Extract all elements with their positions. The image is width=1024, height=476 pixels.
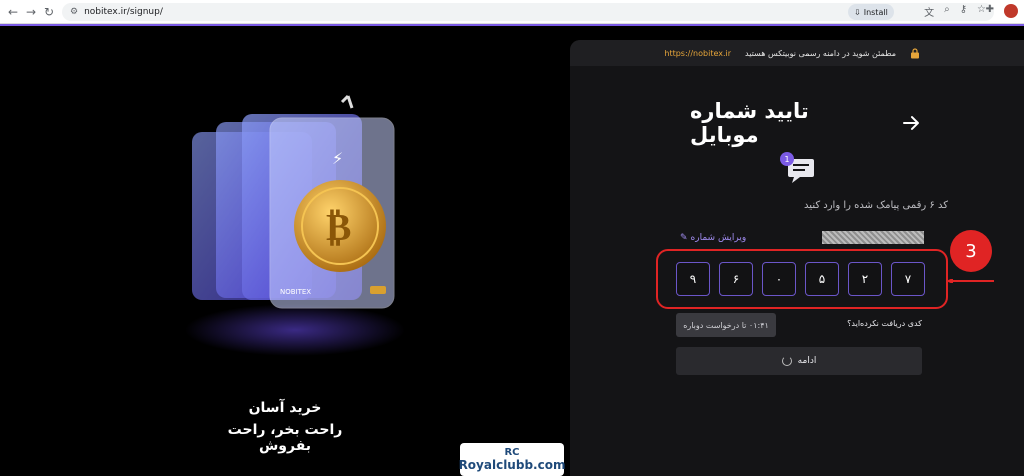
reload-icon[interactable]: ↻ [40,3,58,21]
extensions-icon[interactable]: ✚ [986,4,994,18]
crypto-cards-illustration: ⚡ ₿ NOBITEX [185,94,405,356]
loading-spinner-icon [781,356,792,366]
site-info-icon[interactable]: ⚙ [70,7,78,17]
otp-digit-3[interactable]: ۵ [805,262,839,296]
install-label: Install [863,7,888,17]
svg-text:⚡: ⚡ [332,149,343,168]
otp-digit-2[interactable]: ۲ [848,262,882,296]
install-button[interactable]: ⇩ Install [848,4,894,20]
svg-text:NOBITEX: NOBITEX [280,288,311,296]
edit-number-link[interactable]: ویرایش شماره ✎ [680,233,746,243]
continue-label: ادامه [797,356,817,366]
secure-domain-url[interactable]: https://nobitex.ir [664,49,731,58]
message-count-badge: 1 [780,152,794,166]
forward-icon[interactable]: → [22,3,40,21]
otp-digit-4[interactable]: ۰ [762,262,796,296]
install-icon: ⇩ [854,7,861,17]
annotation-arrow-icon [946,279,994,283]
masked-phone-number [822,231,924,244]
translate-icon[interactable]: 文 [924,4,934,19]
pencil-icon: ✎ [680,233,688,243]
no-code-label: کدی دریافت نکرده‌اید؟ [847,319,922,328]
browser-toolbar: ← → ↻ ⚙ nobitex.ir/signup/ ⇩ Install 文 ⌕… [0,0,1024,24]
key-icon[interactable]: ⚷ [960,4,967,19]
site-watermark: RC Royalclubb.com [458,443,566,476]
zoom-icon[interactable]: ⌕ [944,4,950,19]
promo-subheadline: راحت بخر، راحت بفروش [227,422,343,454]
secure-domain-text: مطمئن شوید در دامنه رسمی نوبیتکس هستید [745,48,896,58]
watermark-logo: RC [504,446,520,458]
watermark-text: Royalclubb.com [458,457,566,472]
lock-icon [911,47,919,58]
step-number-badge: 3 [950,230,992,272]
otp-instruction: کد ۶ رقمی پیامک شده را وارد کنید [804,200,948,211]
secure-domain-banner: مطمئن شوید در دامنه رسمی نوبیتکس هستید h… [570,40,1024,66]
promo-headline: خرید آسان [248,400,322,416]
resend-code-button[interactable]: ۰۱:۴۱ تا درخواست دوباره [676,313,776,337]
back-arrow-icon[interactable] [902,114,920,132]
address-url: nobitex.ir/signup/ [84,7,163,17]
continue-button[interactable]: ادامه [676,347,922,375]
title-row: تایید شماره موبایل [690,99,920,147]
svg-text:₿: ₿ [326,205,351,249]
otp-input-group: ۹ ۶ ۰ ۵ ۲ ۷ [676,262,925,296]
otp-digit-6[interactable]: ۹ [676,262,710,296]
edit-number-label: ویرایش شماره [690,233,747,243]
otp-digit-1[interactable]: ۷ [891,262,925,296]
otp-digit-5[interactable]: ۶ [719,262,753,296]
back-icon[interactable]: ← [4,3,22,21]
page-title: تایید شماره موبایل [690,99,809,147]
address-bar[interactable]: ⚙ nobitex.ir/signup/ ⇩ Install 文 ⌕ ⚷ ☆ [62,3,994,21]
profile-avatar[interactable] [1004,4,1018,18]
